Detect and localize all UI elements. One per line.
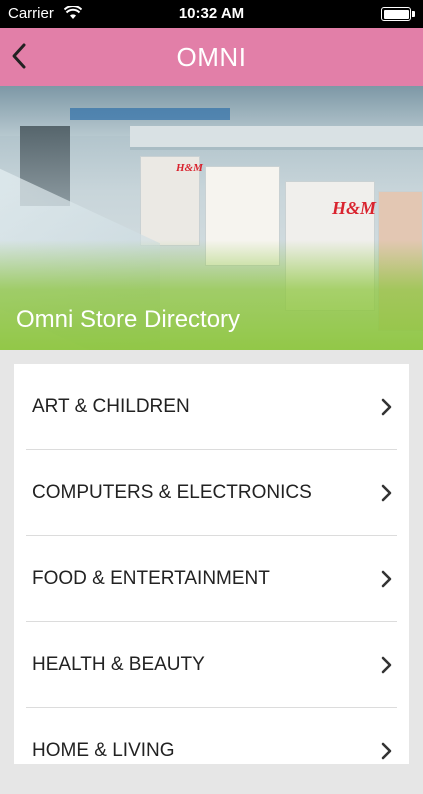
list-item-label: ART & CHILDREN (32, 396, 190, 417)
list-item-label: HOME & LIVING (32, 740, 175, 761)
status-time: 10:32 AM (178, 5, 245, 22)
list-item-label: FOOD & ENTERTAINMENT (32, 568, 270, 589)
list-item[interactable]: HOME & LIVING (14, 708, 409, 794)
hero-title: Omni Store Directory (16, 306, 241, 333)
hero-sign-strip (70, 108, 230, 120)
battery-icon (381, 7, 415, 21)
category-list: ART & CHILDREN COMPUTERS & ELECTRONICS F… (14, 364, 409, 764)
list-item[interactable]: ART & CHILDREN (14, 364, 409, 450)
hero-banner: H&M H&M Omni Store Directory (0, 86, 423, 350)
store-sign: H&M (176, 162, 203, 174)
list-item-label: COMPUTERS & ELECTRONICS (32, 482, 312, 503)
list-item[interactable]: HEALTH & BEAUTY (14, 622, 409, 708)
hero-upper-floor (130, 126, 423, 150)
nav-bar: OMNI (0, 28, 423, 86)
chevron-right-icon (381, 484, 392, 502)
list-item[interactable]: FOOD & ENTERTAINMENT (14, 536, 409, 622)
status-bar: Carrier 10:32 AM (0, 0, 423, 28)
chevron-right-icon (381, 656, 392, 674)
chevron-right-icon (381, 398, 392, 416)
chevron-right-icon (381, 742, 392, 760)
store-sign: H&M (332, 198, 377, 218)
list-item-label: HEALTH & BEAUTY (32, 654, 205, 675)
list-item[interactable]: COMPUTERS & ELECTRONICS (14, 450, 409, 536)
page-title: OMNI (176, 42, 247, 72)
chevron-right-icon (381, 570, 392, 588)
